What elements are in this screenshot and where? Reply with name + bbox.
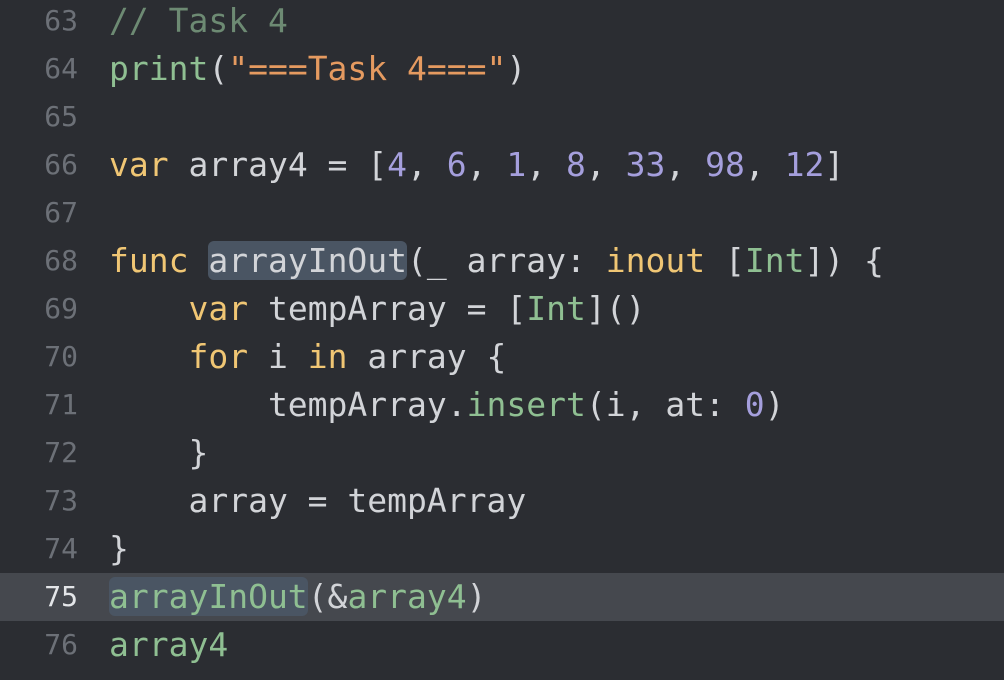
line-number: 67: [44, 196, 78, 229]
line-number: 64: [44, 52, 78, 85]
code-line[interactable]: 73 array = tempArray: [0, 477, 1004, 525]
code-line[interactable]: 76 array4: [0, 621, 1004, 669]
code-line[interactable]: 67: [0, 189, 1004, 237]
code-token: print: [109, 49, 209, 88]
code-line[interactable]: 71 tempArray.insert(i, at: 0): [0, 381, 1004, 429]
line-number: 73: [44, 484, 78, 517]
code-token: ,: [744, 145, 785, 184]
code-token: ]) {: [804, 241, 884, 280]
code-token: ,: [585, 145, 626, 184]
code-text[interactable]: var array4 = [4, 6, 1, 8, 33, 98, 12]: [109, 141, 844, 189]
code-line[interactable]: 68 func arrayInOut(_ array: inout [Int]) …: [0, 237, 1004, 285]
code-line-current[interactable]: 75 arrayInOut(&array4): [0, 573, 1004, 621]
line-number: 63: [44, 4, 78, 37]
code-token: 0: [744, 385, 765, 424]
code-token: in: [307, 337, 348, 376]
code-line[interactable]: 65: [0, 93, 1004, 141]
code-token: }: [109, 529, 129, 568]
code-line[interactable]: 70 for i in array {: [0, 333, 1004, 381]
code-token: tempArray.: [109, 385, 467, 424]
code-token: inout: [605, 241, 706, 280]
code-text[interactable]: array4: [109, 621, 228, 669]
code-text[interactable]: }: [109, 429, 208, 477]
code-line[interactable]: 69 var tempArray = [Int](): [0, 285, 1004, 333]
code-token: (i, at:: [585, 385, 745, 424]
code-token: ): [506, 49, 527, 88]
line-number: 74: [44, 532, 78, 565]
line-number: 76: [44, 628, 78, 661]
line-number: 68: [44, 244, 78, 277]
code-token: [: [705, 241, 745, 280]
code-text[interactable]: // Task 4: [109, 0, 288, 45]
code-line[interactable]: 74}: [0, 525, 1004, 573]
code-token: 4: [387, 145, 408, 184]
code-token: for: [188, 337, 249, 376]
line-number: 65: [44, 100, 78, 133]
code-token: }: [109, 433, 209, 472]
code-token: 12: [784, 145, 825, 184]
line-number: 70: [44, 340, 78, 373]
line-number: 71: [44, 388, 78, 421]
code-token: (: [208, 49, 229, 88]
code-token: (&: [307, 577, 348, 616]
code-text[interactable]: print("===Task 4==="): [109, 45, 526, 93]
code-token: array4 = [: [168, 145, 388, 184]
code-text[interactable]: for i in array {: [109, 333, 506, 381]
code-token: 33: [625, 145, 666, 184]
code-token: array = tempArray: [109, 481, 527, 520]
code-token: array4: [109, 625, 229, 664]
code-token: tempArray = [: [248, 289, 527, 328]
code-token: ,: [466, 145, 507, 184]
code-token: array {: [347, 337, 507, 376]
code-token: insert: [466, 385, 586, 424]
code-token: Int: [526, 289, 586, 328]
code-token: Int: [744, 241, 805, 280]
code-text[interactable]: arrayInOut(&array4): [109, 573, 487, 621]
code-token: ,: [407, 145, 447, 184]
code-token: 6: [446, 145, 467, 184]
line-number: 75: [44, 580, 78, 613]
line-number: 72: [44, 436, 78, 469]
code-line[interactable]: 64 print("===Task 4==="): [0, 45, 1004, 93]
code-token: var: [188, 289, 249, 328]
code-token: ,: [526, 145, 567, 184]
code-line[interactable]: 72 }: [0, 429, 1004, 477]
code-token: 98: [705, 145, 745, 184]
code-line[interactable]: 63 // Task 4: [0, 0, 1004, 45]
code-token: i: [248, 337, 308, 376]
code-text[interactable]: array = tempArray: [109, 477, 526, 525]
code-token: // Task 4: [109, 1, 288, 40]
code-token: ): [466, 577, 487, 616]
code-token: func: [109, 241, 189, 280]
code-token: "===Task 4===": [228, 49, 507, 88]
line-number: 69: [44, 292, 78, 325]
code-line[interactable]: 66 var array4 = [4, 6, 1, 8, 33, 98, 12]: [0, 141, 1004, 189]
code-text[interactable]: tempArray.insert(i, at: 0): [109, 381, 785, 429]
code-token: ,: [665, 145, 706, 184]
code-token: 1: [506, 145, 527, 184]
code-editor[interactable]: 63 // Task 4 64 print("===Task 4===") 65 66 va…: [0, 0, 1004, 680]
code-token: ]: [824, 145, 845, 184]
code-token: ](): [585, 289, 646, 328]
code-token: array4: [347, 577, 467, 616]
line-number: 66: [44, 148, 78, 181]
code-text[interactable]: func arrayInOut(_ array: inout [Int]) {: [109, 237, 884, 285]
code-token: var: [109, 145, 169, 184]
code-text[interactable]: }: [109, 525, 129, 573]
code-text[interactable]: var tempArray = [Int](): [109, 285, 645, 333]
symbol-highlight: arrayInOut: [208, 241, 408, 280]
code-token: ): [764, 385, 785, 424]
code-token: 8: [566, 145, 586, 184]
code-token: (_ array:: [407, 241, 606, 280]
symbol-highlight: arrayInOut: [109, 577, 308, 616]
